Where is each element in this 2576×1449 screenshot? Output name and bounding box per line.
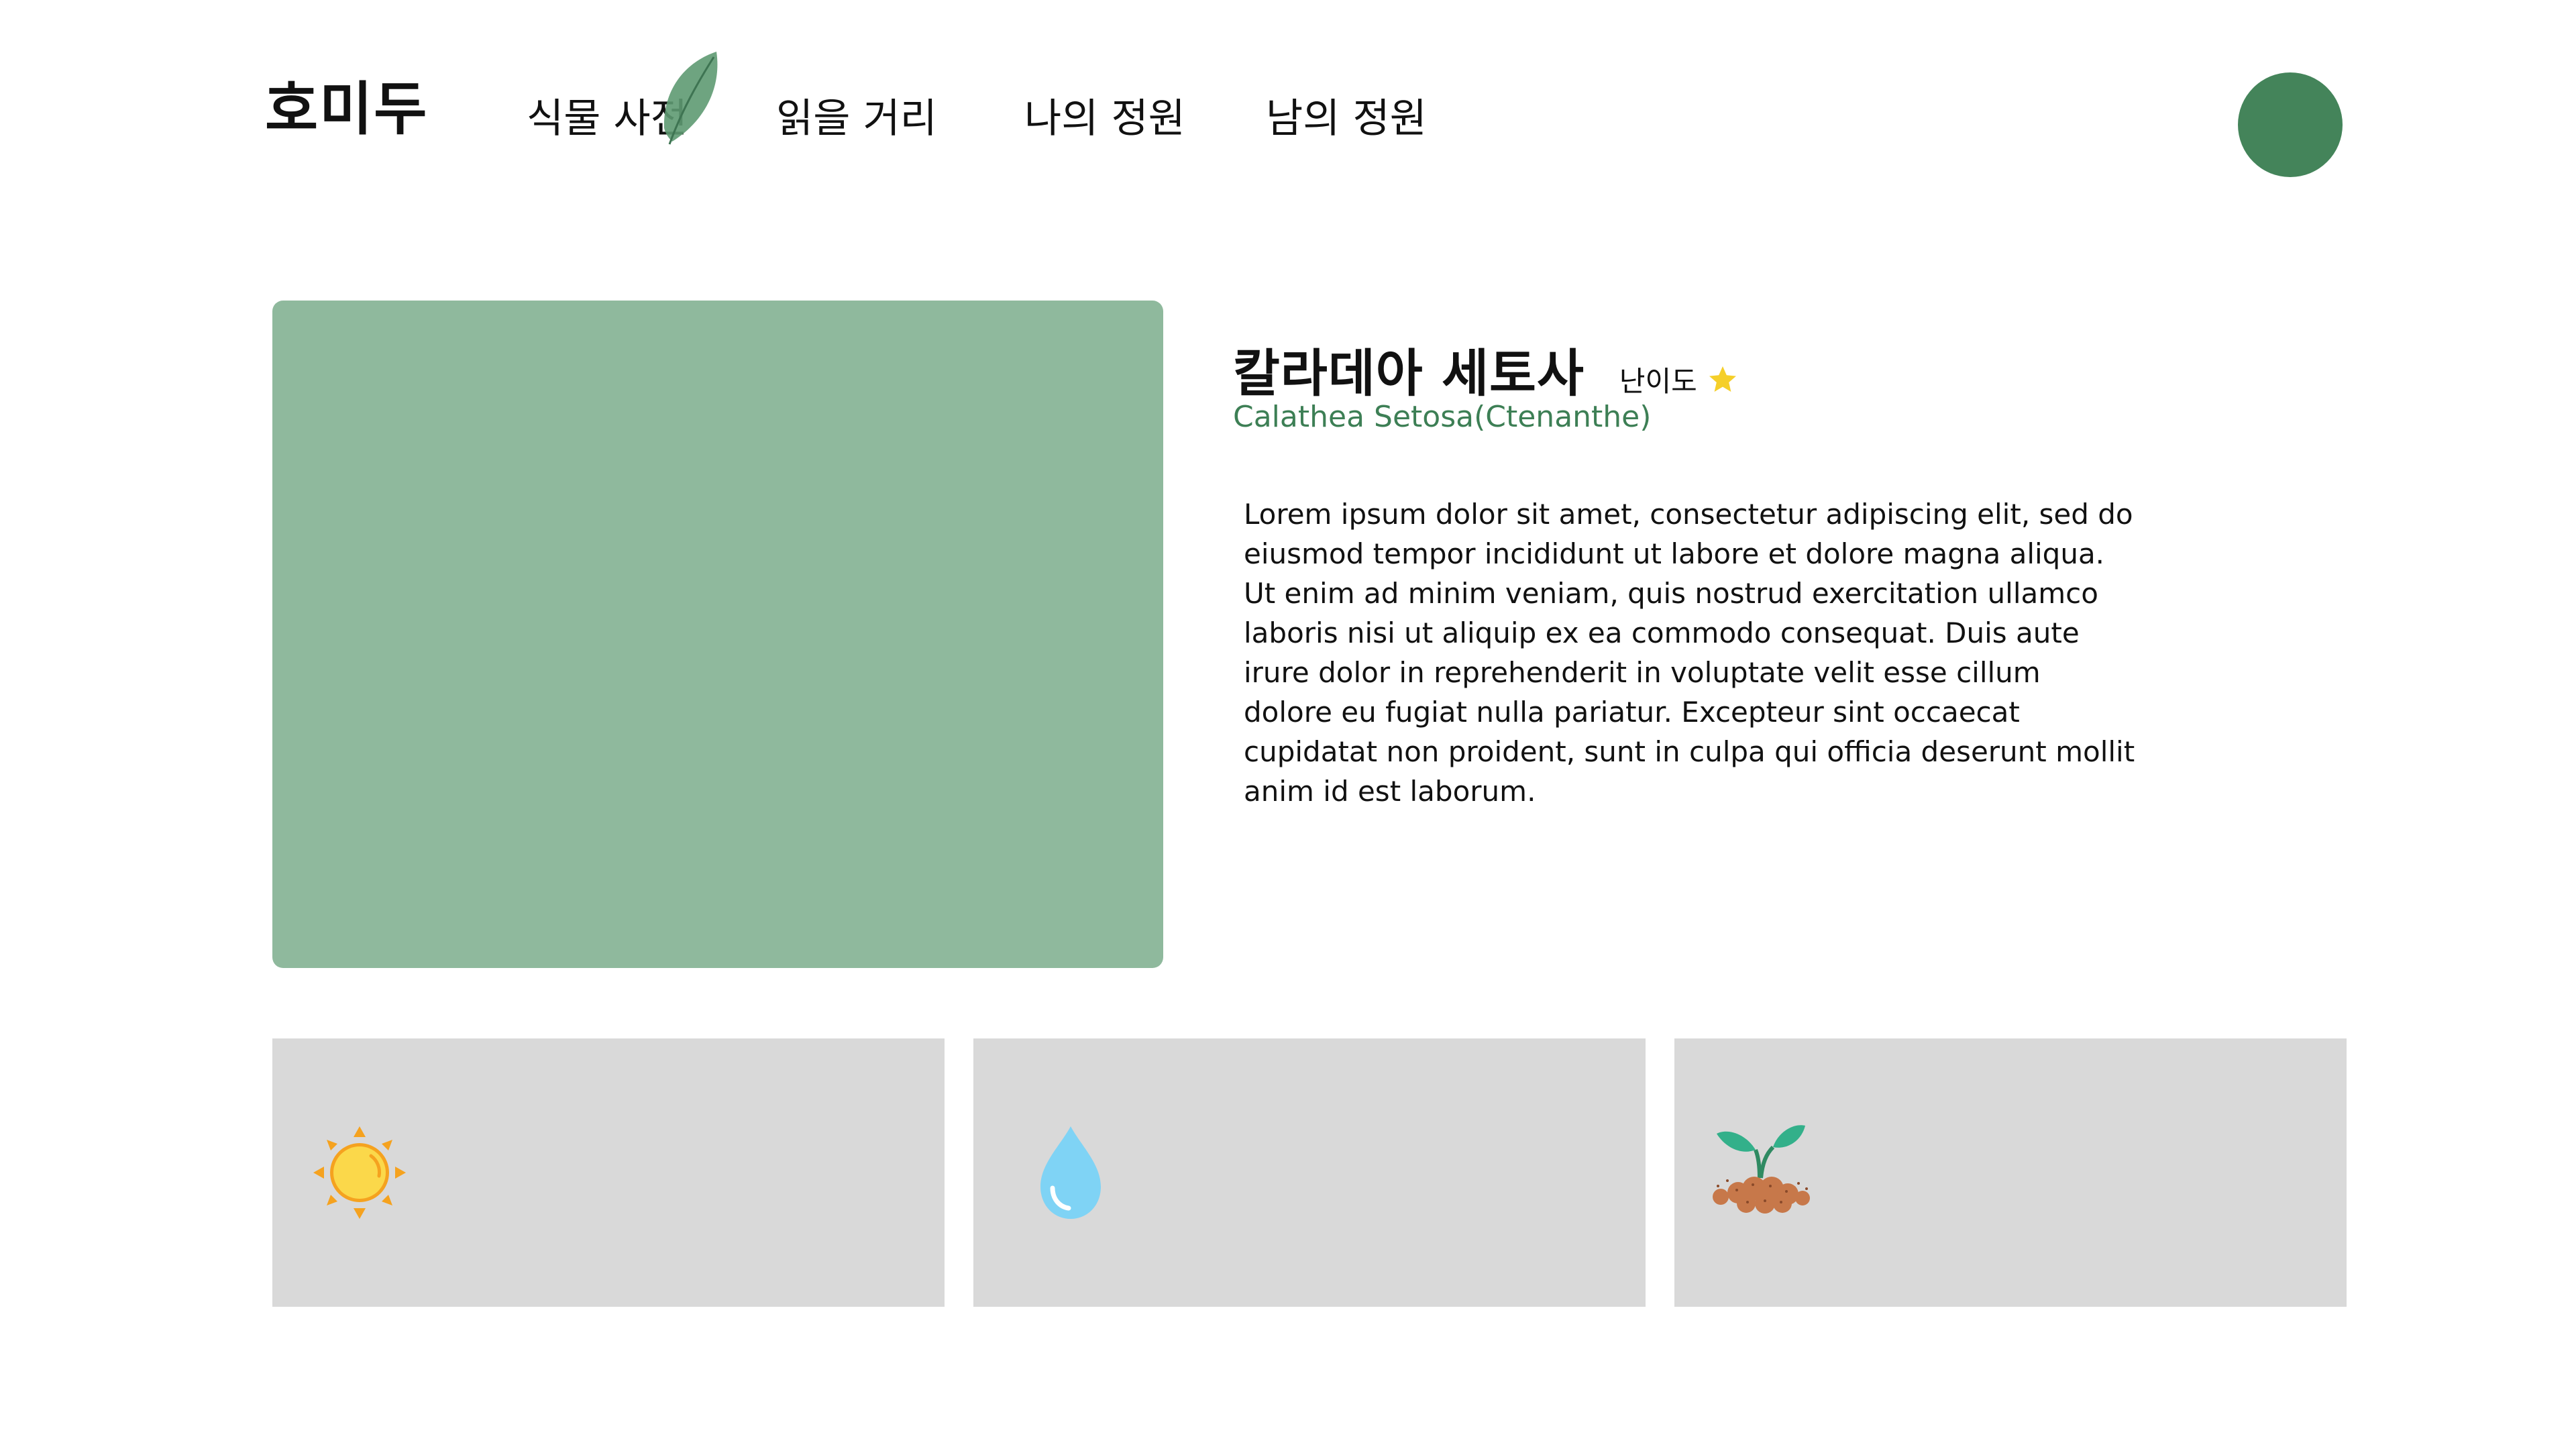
difficulty-label: 난이도 [1619,365,1697,398]
nav-item-label: 나의 정원 [1024,95,1185,142]
difficulty-rating: 난이도 [1619,359,1739,400]
nav-item-reading[interactable]: 읽을 거리 [776,86,1024,144]
app-logo[interactable]: 호미두 [265,62,428,146]
water-drop-icon [1040,1126,1101,1219]
plant-image [272,301,1163,968]
care-card-sunlight[interactable] [272,1038,945,1307]
avatar[interactable] [2238,72,2343,177]
care-card-soil[interactable] [1674,1038,2347,1307]
care-card-watering[interactable] [973,1038,1646,1307]
sun-icon [313,1126,406,1219]
plant-description: Lorem ipsum dolor sit amet, consectetur … [1244,498,2135,808]
soil-sprout-icon [1713,1125,1810,1214]
nav-item-label: 식물 사전 [527,95,688,142]
plant-title-row: 칼라데아 세토사 난이도 [1233,332,1739,406]
nav-item-label: 남의 정원 [1266,95,1427,142]
star-icon [1709,366,1736,392]
nav-item-my-garden[interactable]: 나의 정원 [1024,86,1266,144]
plant-name: 칼라데아 세토사 [1233,343,1585,403]
main-nav: 식물 사전 읽을 거리 나의 정원 남의 정원 [527,52,1440,145]
nav-item-others-garden[interactable]: 남의 정원 [1266,86,1440,144]
plant-detail-page: 호미두 식물 사전 읽을 거리 나의 정원 남의 정원 칼라데아 세토사 난이도 [0,0,2576,1449]
nav-item-label: 읽을 거리 [776,95,937,142]
nav-item-plant-dictionary[interactable]: 식물 사전 [527,52,776,145]
scientific-name: Calathea Setosa(Ctenanthe) [1233,400,1652,434]
